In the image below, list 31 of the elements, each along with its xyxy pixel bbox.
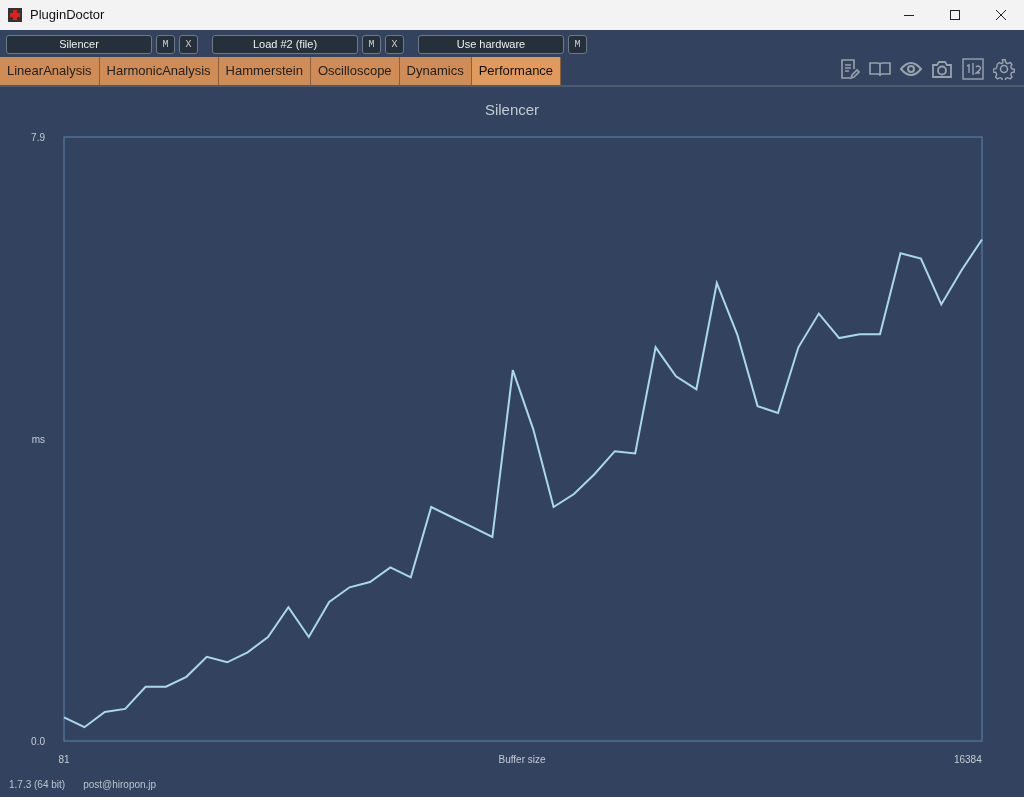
slot-option-button[interactable]: M <box>156 34 175 54</box>
tick-label: 81 <box>58 754 70 765</box>
settings-icon[interactable] <box>993 58 1015 80</box>
camera-icon[interactable] <box>931 58 953 80</box>
plugin-slot-button[interactable]: Load #2 (file) <box>212 34 358 54</box>
slot-option-button[interactable]: X <box>385 34 404 54</box>
version-text: 1.7.3 (64 bit) <box>9 777 66 792</box>
split-view-icon[interactable] <box>962 58 984 80</box>
plugin-slot-button[interactable]: Silencer <box>6 34 152 54</box>
note-edit-icon[interactable] <box>838 58 860 80</box>
tab[interactable]: Performance <box>471 57 562 85</box>
tab[interactable]: HarmonicAnalysis <box>99 57 219 85</box>
maximize-icon <box>950 10 960 20</box>
slot-option-button[interactable]: X <box>179 34 198 54</box>
tick-label: 16384 <box>953 754 982 765</box>
axis-label: Buffer size <box>498 754 546 765</box>
tab[interactable]: LinearAnalysis <box>0 57 100 85</box>
window-title: PluginDoctor <box>30 6 105 25</box>
tick-label: 0.0 <box>31 736 45 747</box>
slot-option-button[interactable]: M <box>362 34 381 54</box>
app-icon <box>8 8 22 22</box>
tab[interactable]: Hammerstein <box>218 57 311 85</box>
chart-title: Silencer <box>484 101 540 118</box>
tick-label: 7.9 <box>31 132 45 143</box>
contact-email: post@hiropon.jp <box>83 777 157 792</box>
plugin-slot-button[interactable]: Use hardware <box>418 34 564 54</box>
tab[interactable]: Dynamics <box>399 57 472 85</box>
tab[interactable]: Oscilloscope <box>310 57 400 85</box>
close-icon <box>996 10 1006 20</box>
slot-option-button[interactable]: M <box>568 34 587 54</box>
axis-label: ms <box>31 434 45 445</box>
